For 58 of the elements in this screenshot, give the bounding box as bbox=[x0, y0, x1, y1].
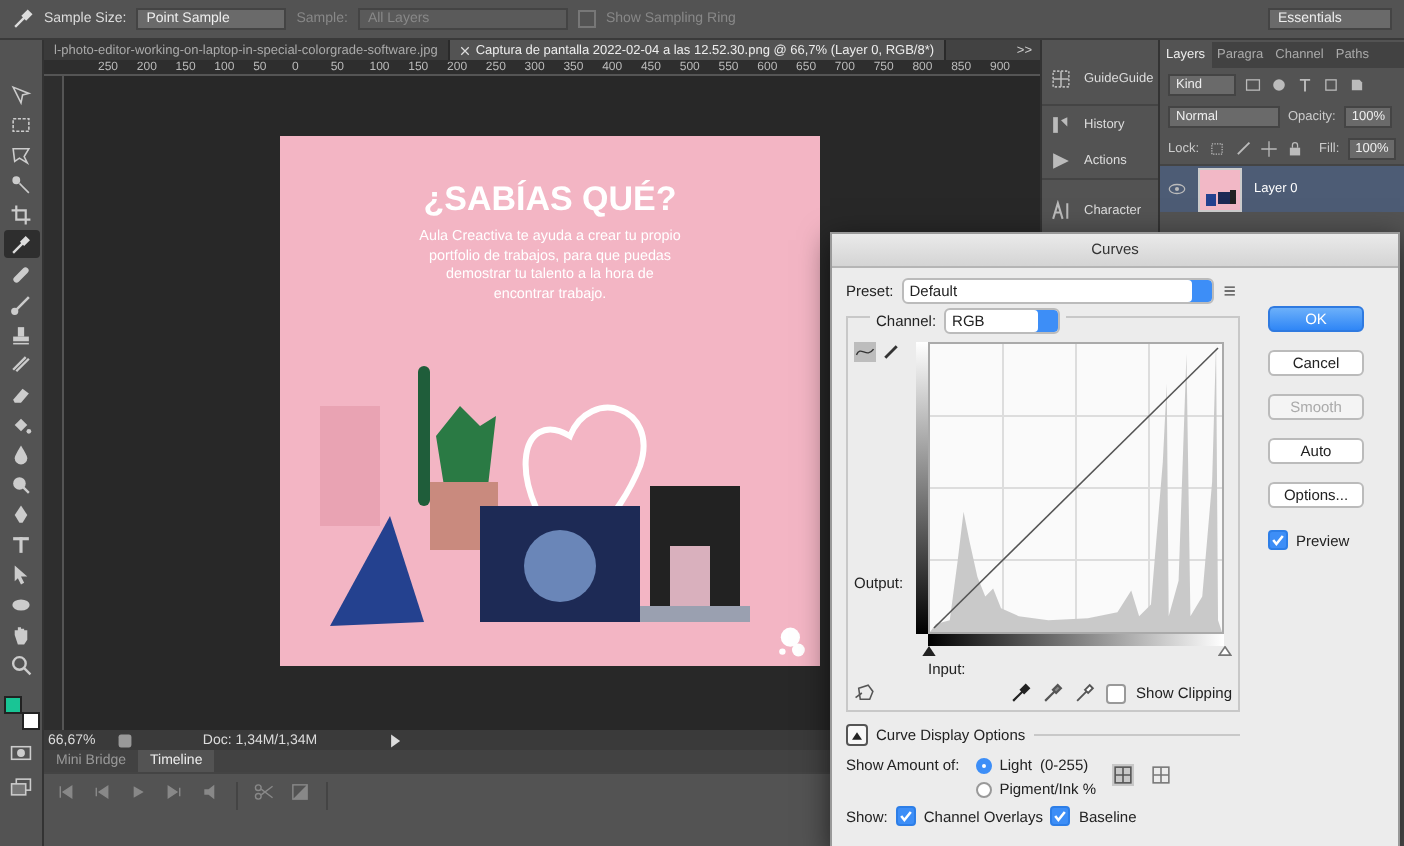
triangle-icon bbox=[852, 731, 862, 739]
show-clipping-checkbox[interactable] bbox=[1106, 683, 1127, 703]
pen-icon bbox=[10, 503, 32, 525]
shadow-eyedropper-icon[interactable] bbox=[1010, 682, 1033, 704]
eye-icon[interactable] bbox=[1168, 182, 1186, 196]
eraser-icon bbox=[10, 383, 32, 405]
pointer-icon bbox=[10, 563, 32, 585]
brush-icon[interactable] bbox=[1233, 139, 1252, 157]
eyedropper-icon bbox=[10, 233, 32, 255]
character-icon bbox=[1050, 199, 1072, 221]
image-filter-icon[interactable] bbox=[1244, 75, 1262, 93]
highlight-eyedropper-icon[interactable] bbox=[1074, 682, 1097, 704]
preview-checkbox[interactable] bbox=[1268, 530, 1288, 550]
move-icon bbox=[10, 83, 32, 105]
shape-filter-icon[interactable] bbox=[1322, 75, 1340, 93]
crop-icon bbox=[10, 203, 32, 225]
adjustment-filter-icon[interactable] bbox=[1270, 75, 1288, 93]
marquee-icon bbox=[10, 113, 32, 135]
midtone-eyedropper-icon[interactable] bbox=[1042, 682, 1065, 704]
type-icon bbox=[10, 533, 32, 555]
highlight-input-slider[interactable] bbox=[1218, 646, 1232, 656]
eyedropper-icon[interactable] bbox=[12, 8, 34, 30]
hand-icon bbox=[10, 623, 32, 645]
stamp-icon bbox=[10, 323, 32, 345]
move-icon[interactable] bbox=[1259, 139, 1278, 157]
radio-button[interactable] bbox=[975, 757, 992, 773]
disclosure-button[interactable] bbox=[846, 724, 868, 746]
pencil-icon[interactable] bbox=[880, 342, 902, 362]
poster-heading: ¿SABÍAS QUÉ? bbox=[423, 180, 677, 220]
play-icon bbox=[1050, 149, 1072, 171]
lock-pixels-icon[interactable] bbox=[1207, 139, 1226, 157]
logo-icon bbox=[776, 626, 808, 658]
foreground-color-swatch[interactable] bbox=[3, 696, 21, 714]
grid-icon bbox=[1050, 67, 1072, 89]
list-icon[interactable] bbox=[1222, 282, 1240, 300]
lasso-icon bbox=[10, 143, 32, 165]
checkbox[interactable] bbox=[895, 806, 916, 826]
tool-button[interactable] bbox=[3, 230, 39, 258]
curve-tool-icon[interactable] bbox=[854, 342, 876, 362]
layer-thumbnail bbox=[1198, 167, 1242, 211]
radio-button[interactable] bbox=[975, 781, 992, 797]
screen-mode-icon[interactable] bbox=[10, 776, 32, 798]
smart-object-filter-icon[interactable] bbox=[1348, 75, 1366, 93]
shadow-input-slider[interactable] bbox=[922, 646, 936, 656]
brush-icon bbox=[10, 293, 32, 315]
detailed-grid-icon[interactable] bbox=[1150, 764, 1173, 786]
background-color-swatch[interactable] bbox=[21, 712, 39, 730]
close-icon[interactable] bbox=[459, 45, 470, 55]
zoom-icon bbox=[10, 653, 32, 675]
checkbox[interactable] bbox=[1050, 806, 1071, 826]
wand-icon bbox=[10, 173, 32, 195]
document-icon bbox=[116, 731, 134, 749]
drop-icon bbox=[10, 443, 32, 465]
quick-mask-icon[interactable] bbox=[10, 742, 32, 764]
simple-grid-icon[interactable] bbox=[1112, 764, 1135, 786]
type-filter-icon[interactable] bbox=[1296, 75, 1314, 93]
lock-icon[interactable] bbox=[1285, 139, 1304, 157]
bucket-icon bbox=[10, 413, 32, 435]
